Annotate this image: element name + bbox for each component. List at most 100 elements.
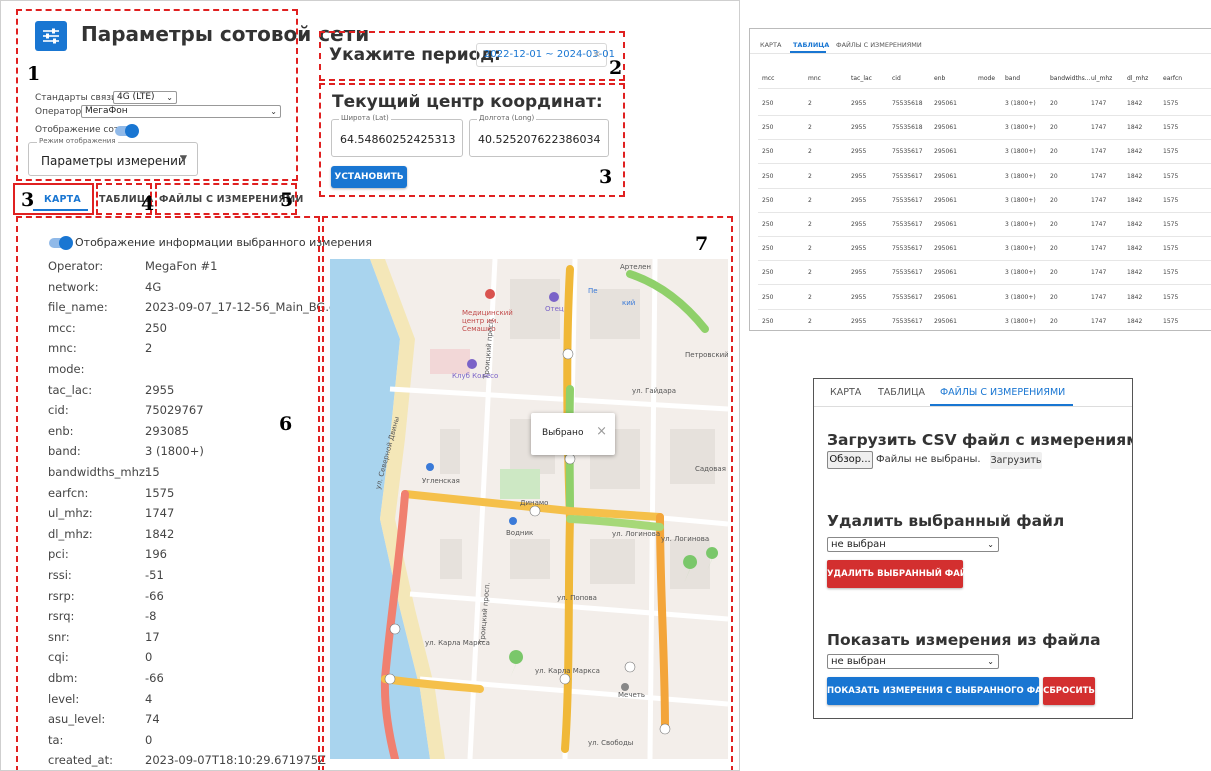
mode-select[interactable]: Режим отображения Параметры измерений ▼ bbox=[28, 137, 198, 176]
table-cell: 2 bbox=[808, 124, 812, 132]
browse-button[interactable]: Обзор... bbox=[827, 451, 873, 469]
close-icon[interactable]: × bbox=[596, 424, 607, 439]
tab-table[interactable]: ТАБЛИЦА bbox=[878, 387, 925, 398]
active-tab-indicator bbox=[930, 404, 1073, 406]
annotation-number: 3 bbox=[21, 189, 35, 211]
table-column-header[interactable]: cid bbox=[892, 75, 901, 82]
map-label: ул. Гайдара bbox=[632, 387, 677, 395]
mode-legend: Режим отображения bbox=[37, 137, 118, 145]
table-cell: 1575 bbox=[1163, 245, 1179, 253]
measurement-value: 1575 bbox=[145, 485, 175, 500]
show-file-select[interactable]: не выбран ⌄ bbox=[827, 654, 999, 669]
table-cell: 2955 bbox=[851, 221, 867, 228]
table-cell: 3 (1800+) bbox=[1005, 148, 1036, 156]
measurement-key: level: bbox=[48, 691, 80, 706]
standard-select-value: 4G (LTE) bbox=[117, 92, 155, 102]
table-cell: 1842 bbox=[1127, 269, 1143, 277]
map-label: Отец bbox=[545, 305, 564, 313]
table-view-panel: КАРТА ТАБЛИЦА ФАЙЛЫ С ИЗМЕРЕНИЯМИ mcc mnc… bbox=[749, 28, 1211, 331]
tab-files[interactable]: ФАЙЛЫ С ИЗМЕРЕНИЯМИ bbox=[940, 387, 1065, 398]
set-coords-button[interactable]: УСТАНОВИТЬ bbox=[331, 166, 407, 188]
measurement-info-toggle[interactable] bbox=[49, 236, 73, 250]
show-measurements-button[interactable]: ПОКАЗАТЬ ИЗМЕРЕНИЯ С ВЫБРАННОГО ФАЙЛА bbox=[827, 677, 1063, 705]
longitude-field[interactable]: Долгота (Long) 40.525207622386034 bbox=[469, 114, 609, 157]
table-cell: 295061 bbox=[934, 100, 957, 107]
table-column-header[interactable]: bandwidths... bbox=[1050, 75, 1090, 82]
table-cell: 250 bbox=[762, 172, 774, 180]
table-cell: 3 (1800+) bbox=[1005, 196, 1036, 204]
table-cell: 3 (1800+) bbox=[1005, 245, 1036, 253]
measurement-value: 3 (1800+) bbox=[145, 444, 204, 459]
tab-files[interactable]: ФАЙЛЫ С ИЗМЕРЕНИЯМИ bbox=[836, 41, 922, 49]
latitude-field[interactable]: Широта (Lat) 64.54860252425313 bbox=[331, 114, 463, 157]
map-label: кий bbox=[622, 299, 636, 307]
map-label: Медицинский центр им. Семашко bbox=[462, 309, 513, 333]
measurement-value: 196 bbox=[145, 547, 167, 562]
map-label: ул. Свободы bbox=[588, 739, 634, 747]
map-label: Динамо bbox=[520, 499, 549, 507]
table-cell: 250 bbox=[762, 221, 774, 228]
measurement-value: 2023-09-07T18:10:29.671975Z bbox=[145, 753, 326, 768]
clear-icon[interactable]: × bbox=[593, 44, 601, 66]
cells-toggle[interactable] bbox=[115, 124, 139, 138]
table-cell: 1747 bbox=[1091, 221, 1107, 228]
operator-label: Оператор bbox=[35, 107, 82, 117]
table-cell: 1747 bbox=[1091, 148, 1107, 156]
tab-map[interactable]: КАРТА bbox=[830, 387, 861, 398]
measurement-value: 293085 bbox=[145, 423, 189, 438]
operator-select-value: МегаФон bbox=[85, 106, 128, 116]
table-column-header[interactable]: enb bbox=[934, 75, 945, 82]
reset-button[interactable]: СБРОСИТЬ bbox=[1043, 677, 1095, 705]
table-cell: 75535617 bbox=[892, 196, 923, 204]
table-cell: 1747 bbox=[1091, 245, 1107, 253]
standard-select[interactable]: 4G (LTE) ⌄ bbox=[113, 91, 177, 104]
operator-select[interactable]: МегаФон ⌄ bbox=[81, 105, 281, 118]
table-column-header[interactable]: dl_mhz bbox=[1127, 75, 1148, 82]
delete-file-select-value: не выбран bbox=[831, 539, 886, 550]
tab-table[interactable]: ТАБЛИЦА bbox=[793, 41, 829, 49]
map-view[interactable]: Троицкий просп. ул. Логинова ул. Логинов… bbox=[330, 259, 728, 759]
table-cell: 1575 bbox=[1163, 196, 1179, 204]
table-cell: 1747 bbox=[1091, 100, 1107, 107]
no-file-text: Файлы не выбраны. bbox=[876, 454, 981, 465]
tab-map[interactable]: КАРТА bbox=[760, 41, 781, 49]
table-column-header[interactable]: tac_lac bbox=[851, 75, 872, 82]
upload-button[interactable]: Загрузить bbox=[990, 452, 1042, 469]
table-column-header[interactable]: mode bbox=[978, 75, 995, 82]
measurement-key: asu_level: bbox=[48, 712, 106, 727]
row-divider bbox=[758, 139, 1211, 141]
table-column-header[interactable]: mnc bbox=[808, 75, 821, 82]
delete-title: Удалить выбранный файл bbox=[827, 512, 1065, 530]
measurement-key: rssi: bbox=[48, 568, 72, 582]
delete-file-button[interactable]: УДАЛИТЬ ВЫБРАННЫЙ ФАЙЛ bbox=[827, 560, 974, 588]
table-cell: 3 (1800+) bbox=[1005, 293, 1036, 301]
table-cell: 1842 bbox=[1127, 293, 1143, 301]
measurement-value: 1747 bbox=[145, 506, 175, 521]
longitude-value: 40.525207622386034 bbox=[478, 133, 601, 146]
main-app-panel: Параметры сотовой сети Стандарты связи 4… bbox=[0, 0, 740, 771]
period-range-input[interactable]: 2022-12-01 ~ 2024-03-01 × bbox=[476, 43, 615, 67]
table-column-header[interactable]: ul_mhz bbox=[1091, 75, 1112, 82]
annotation-number: 2 bbox=[609, 57, 623, 79]
table-column-header[interactable]: earfcn bbox=[1163, 75, 1182, 82]
tab-map[interactable]: КАРТА bbox=[44, 194, 81, 205]
annotation-number: 4 bbox=[141, 193, 155, 215]
measurement-key: cqi: bbox=[48, 650, 69, 665]
table-cell: 3 (1800+) bbox=[1005, 221, 1036, 228]
table-cell: 295061 bbox=[934, 221, 957, 228]
table-column-header[interactable]: band bbox=[1005, 75, 1020, 82]
delete-file-select[interactable]: не выбран ⌄ bbox=[827, 537, 999, 552]
table-cell: 20 bbox=[1050, 172, 1058, 180]
cells-label: Отображение сот bbox=[35, 125, 120, 135]
table-cell: 3 (1800+) bbox=[1005, 269, 1036, 277]
table-cell: 20 bbox=[1050, 245, 1058, 253]
measurement-key: rsrp: bbox=[48, 588, 75, 603]
table-cell: 75535617 bbox=[892, 148, 923, 156]
measurement-key: network: bbox=[48, 279, 99, 294]
table-cell: 3 (1800+) bbox=[1005, 100, 1036, 107]
table-column-header[interactable]: mcc bbox=[762, 75, 774, 82]
measurement-value: 74 bbox=[145, 712, 160, 727]
table-cell: 20 bbox=[1050, 269, 1058, 277]
table-cell: 1575 bbox=[1163, 124, 1179, 132]
table-cell: 295061 bbox=[934, 172, 957, 180]
